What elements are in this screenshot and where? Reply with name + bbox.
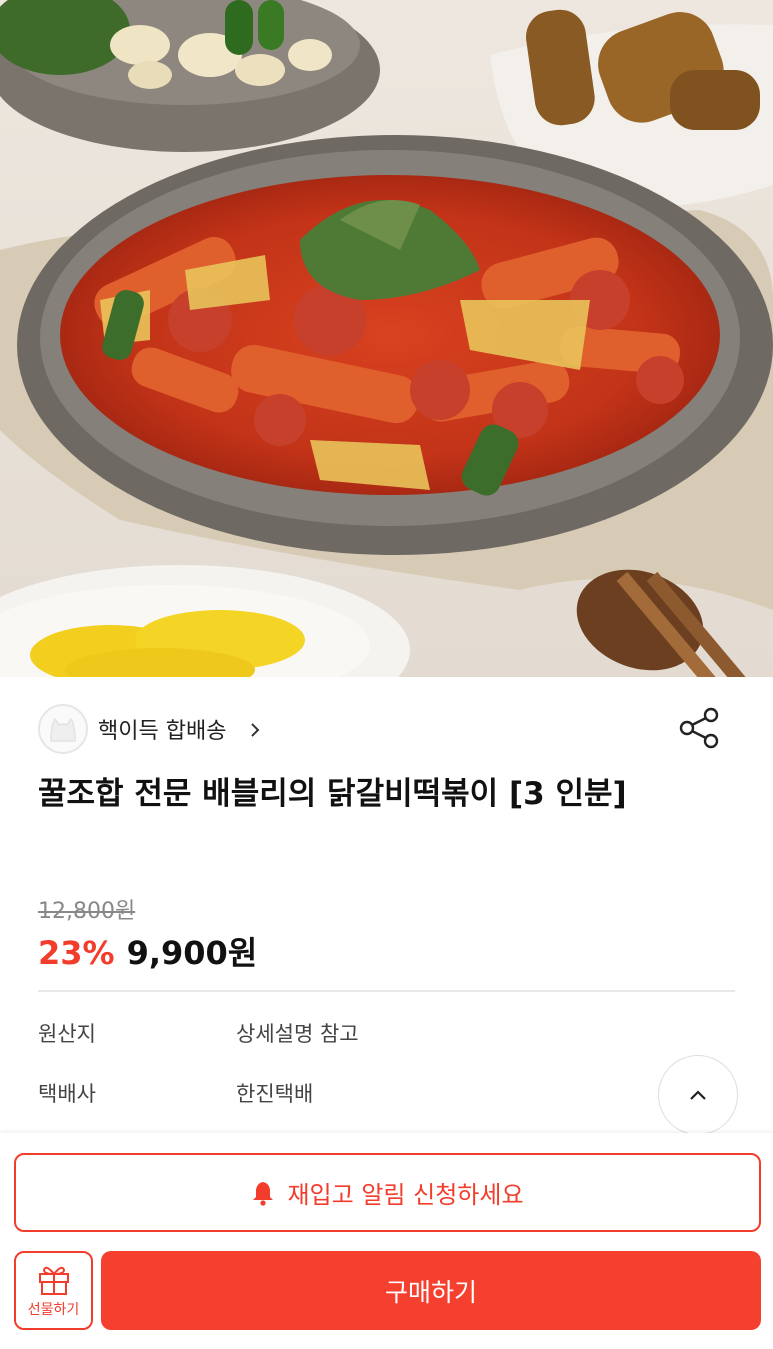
product-title: 꿀조합 전문 배블리의 닭갈비떡볶이 [3 인분] [38,776,627,812]
info-value: 상세설명 참고 [236,1022,359,1046]
restock-alert-button[interactable]: 재입고 알림 신청하세요 [14,1153,761,1232]
chevron-right-icon [248,722,262,737]
gift-button[interactable]: 선물하기 [14,1251,93,1330]
info-value: 한진택배 [236,1082,314,1106]
share-button[interactable] [676,704,724,752]
info-label: 원산지 [38,1022,96,1046]
seller-link[interactable]: 핵이득 합배송 [38,704,262,754]
buy-label: 구매하기 [384,1277,477,1307]
discount-rate: 23% [38,934,115,972]
bell-icon [253,1181,274,1206]
original-price: 12,800원 [38,899,136,924]
scroll-top-button[interactable] [658,1055,738,1135]
restock-label: 재입고 알림 신청하세요 [287,1181,524,1209]
seller-name[interactable]: 핵이득 합배송 [98,713,226,745]
chevron-up-icon [690,1090,706,1100]
final-price: 9,900원 [126,934,258,972]
info-label: 택배사 [38,1082,96,1106]
product-image [0,0,773,677]
gift-icon [38,1266,69,1295]
divider [38,990,735,992]
price-row: 23% 9,900원 [38,928,257,974]
info-row-origin: 원산지 상세설명 참고 [38,1018,359,1048]
share-icon [679,707,719,749]
cat-avatar-icon [38,704,88,754]
info-row-courier: 택배사 한진택배 [38,1078,313,1108]
buy-button[interactable]: 구매하기 [101,1251,761,1330]
gift-label: 선물하기 [27,1302,80,1318]
